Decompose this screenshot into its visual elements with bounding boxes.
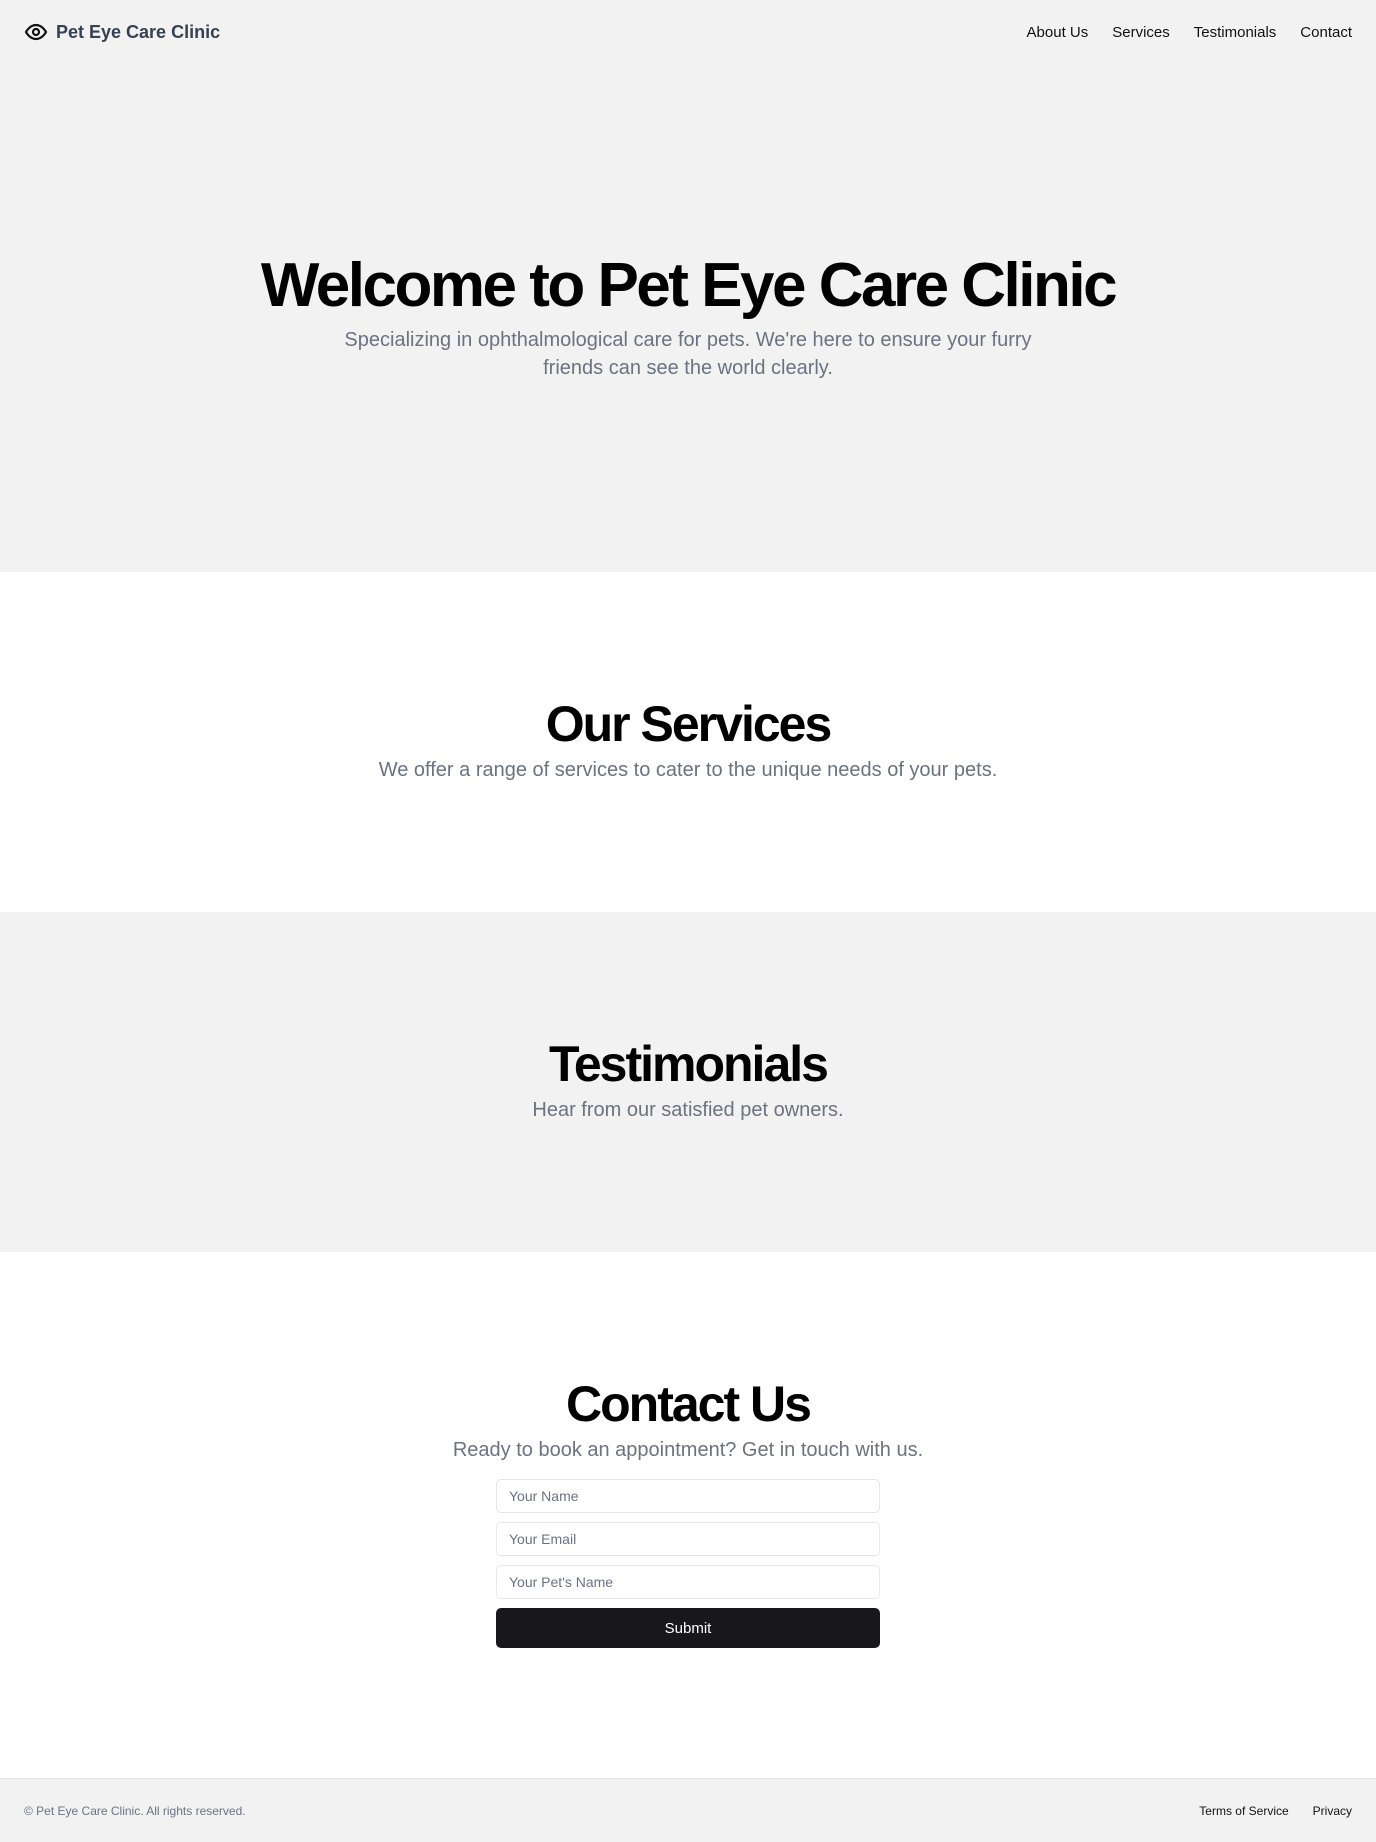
services-title: Our Services: [545, 696, 833, 752]
brand-link[interactable]: Pet Eye Care Clinic: [24, 20, 220, 44]
contact-subtitle: Ready to book an appointment? Get in tou…: [452, 1439, 924, 1461]
testimonials-section: Testimonials Hear from our satisfied pet…: [0, 912, 1376, 1252]
testimonials-subtitle: Hear from our satisfied pet owners.: [532, 1099, 844, 1121]
brand-name: Pet Eye Care Clinic: [56, 21, 221, 42]
hero-section: Welcome to Pet Eye Care Clinic Specializ…: [0, 250, 1376, 382]
nav-services[interactable]: Services: [1112, 24, 1170, 41]
copyright-text: © Pet Eye Care Clinic. All rights reserv…: [24, 1803, 246, 1818]
contact-form: Submit: [496, 1479, 880, 1648]
services-subtitle: We offer a range of services to cater to…: [378, 759, 998, 781]
contact-title: Contact Us: [566, 1376, 812, 1432]
nav-about-us[interactable]: About Us: [1027, 24, 1089, 41]
privacy-link[interactable]: Privacy: [1313, 1804, 1352, 1818]
name-field[interactable]: [496, 1479, 880, 1513]
hero-title: Welcome to Pet Eye Care Clinic: [260, 251, 1118, 320]
pet-name-field[interactable]: [496, 1565, 880, 1599]
site-header: Pet Eye Care Clinic About Us Services Te…: [0, 0, 1376, 64]
eye-icon: [24, 20, 48, 44]
footer-links: Terms of Service Privacy: [1199, 1804, 1352, 1818]
nav-testimonials[interactable]: Testimonials: [1194, 24, 1277, 41]
main-nav: About Us Services Testimonials Contact: [1027, 24, 1352, 41]
submit-button[interactable]: Submit: [496, 1608, 880, 1648]
services-section: Our Services We offer a range of service…: [0, 572, 1376, 912]
site-footer: © Pet Eye Care Clinic. All rights reserv…: [0, 1778, 1376, 1842]
hero-subtitle: Specializing in ophthalmological care fo…: [344, 329, 1032, 379]
contact-section: Contact Us Ready to book an appointment?…: [0, 1252, 1376, 1778]
email-field[interactable]: [496, 1522, 880, 1556]
nav-contact[interactable]: Contact: [1300, 24, 1352, 41]
terms-of-service-link[interactable]: Terms of Service: [1199, 1804, 1288, 1818]
testimonials-title: Testimonials: [549, 1036, 829, 1092]
